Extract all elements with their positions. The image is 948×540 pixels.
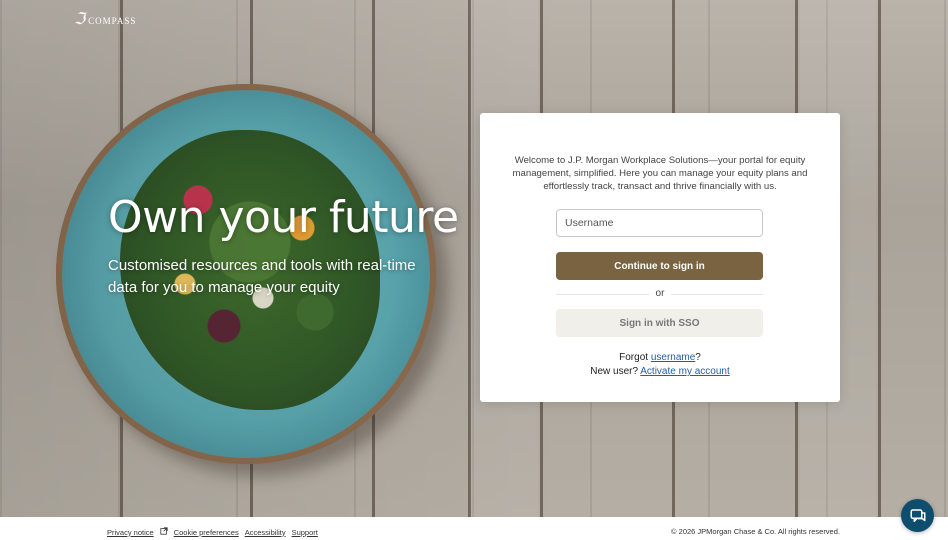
accessibility-link[interactable]: Accessibility xyxy=(245,528,286,537)
compass-logo[interactable]: ℑ COMPASS xyxy=(74,9,136,28)
chat-button[interactable] xyxy=(901,499,934,532)
cookie-preferences-link[interactable]: Cookie preferences xyxy=(174,528,239,537)
or-label: or xyxy=(649,288,671,299)
new-user-line: New user? Activate my account xyxy=(480,366,840,377)
forgot-prefix: Forgot xyxy=(619,352,651,363)
hero-headline: Own your future xyxy=(108,192,459,243)
privacy-notice-link[interactable]: Privacy notice xyxy=(107,528,154,537)
continue-to-sign-in-button[interactable]: Continue to sign in xyxy=(556,252,763,280)
hero-subtext: Customised resources and tools with real… xyxy=(108,257,416,296)
login-card: Welcome to J.P. Morgan Workplace Solutio… xyxy=(480,113,840,402)
forgot-username-line: Forgot username? xyxy=(480,352,840,363)
compass-logo-icon: ℑ xyxy=(74,9,86,28)
welcome-text: Welcome to J.P. Morgan Workplace Solutio… xyxy=(512,155,808,192)
activate-account-link[interactable]: Activate my account xyxy=(640,366,729,377)
footer: Privacy notice Cookie preferences Access… xyxy=(0,517,948,540)
new-user-prefix: New user? xyxy=(590,366,641,377)
username-input[interactable] xyxy=(556,209,763,237)
footer-links: Privacy notice Cookie preferences Access… xyxy=(107,527,318,537)
support-link[interactable]: Support xyxy=(292,528,318,537)
forgot-suffix: ? xyxy=(695,352,701,363)
chat-icon xyxy=(910,508,925,522)
external-link-icon xyxy=(160,527,168,537)
forgot-username-link[interactable]: username xyxy=(651,352,695,363)
sign-in-with-sso-button[interactable]: Sign in with SSO xyxy=(556,309,763,337)
logo-text: COMPASS xyxy=(88,15,137,26)
copyright-text: © 2026 JPMorgan Chase & Co. All rights r… xyxy=(671,527,840,536)
